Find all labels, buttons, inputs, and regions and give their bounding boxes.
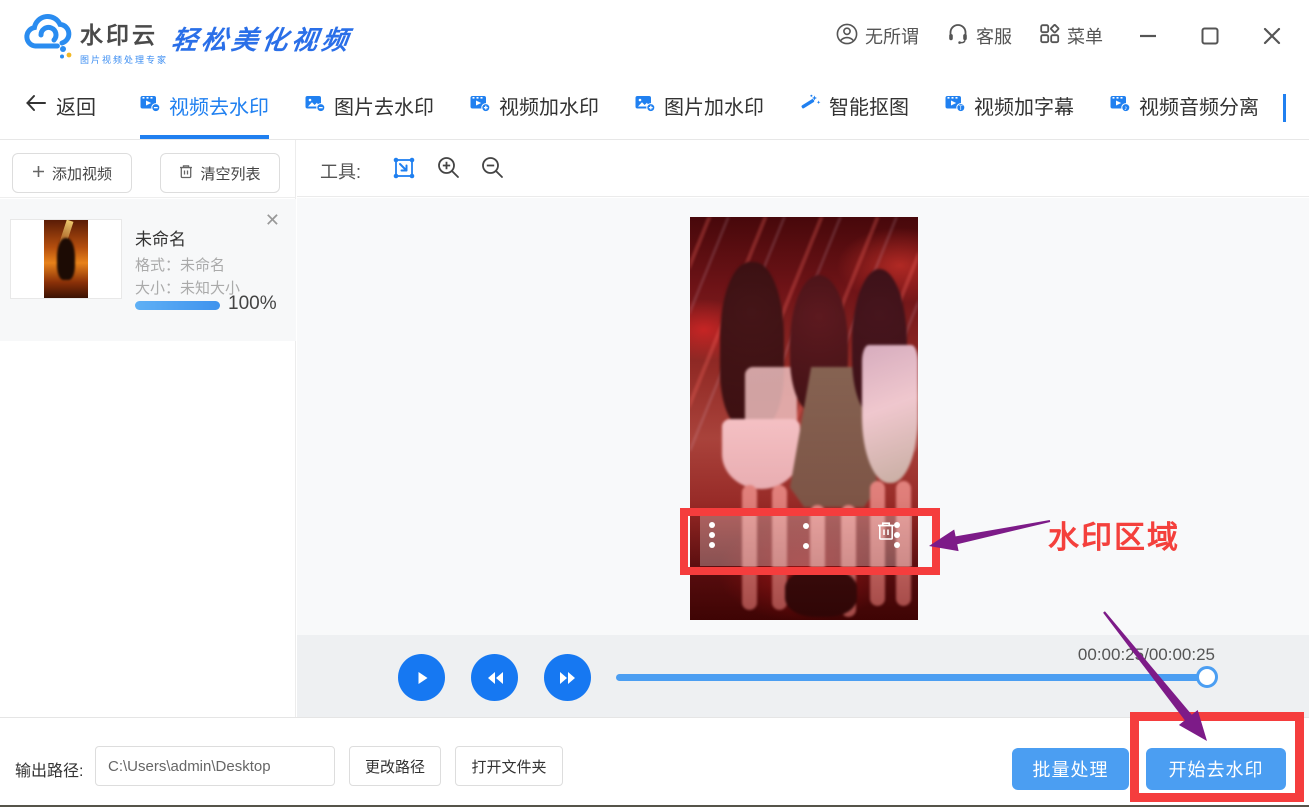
watermark-selection-box[interactable]: [700, 516, 912, 566]
video-list-panel: 添加视频 清空列表 未命名 格式：未命名 大小：未知大小 100%: [0, 140, 296, 717]
seek-bar[interactable]: [616, 674, 1208, 681]
back-arrow-icon: [25, 94, 47, 118]
selection-handle[interactable]: [709, 522, 715, 528]
tools-label: 工具:: [320, 158, 361, 184]
tab-label: 图片去水印: [334, 91, 434, 120]
grid-menu-icon: [1040, 24, 1060, 49]
user-account[interactable]: 无所谓: [836, 23, 919, 50]
username-label: 无所谓: [865, 23, 919, 49]
time-display: 00:00:25/00:00:25: [1000, 645, 1215, 665]
change-path-label: 更改路径: [365, 756, 425, 777]
tab-image-watermark-add[interactable]: 图片加水印: [635, 72, 764, 139]
app-slogan: 轻松美化视频: [169, 20, 354, 57]
tab-label: 视频加水印: [499, 91, 599, 120]
open-folder-button[interactable]: 打开文件夹: [455, 746, 563, 786]
user-avatar-icon: [836, 23, 858, 50]
add-video-label: 添加视频: [52, 163, 112, 184]
title-bar: 水印云 图片视频处理专家 轻松美化视频 无所谓: [0, 0, 1309, 72]
tab-overflow-indicator: [1283, 94, 1286, 122]
maximize-button[interactable]: [1193, 19, 1227, 53]
player-control-bar: 00:00:25/00:00:25: [297, 635, 1309, 717]
tab-image-watermark-remove[interactable]: 图片去水印: [305, 72, 434, 139]
tab-video-audio-split[interactable]: ♪ 视频音频分离: [1110, 72, 1259, 139]
rewind-button[interactable]: [471, 654, 518, 701]
video-remove-icon: [140, 94, 161, 118]
video-format: 格式：未命名: [135, 254, 225, 275]
app-name: 水印云: [80, 16, 168, 50]
select-region-tool[interactable]: [390, 154, 418, 187]
tab-label: 视频加字幕: [974, 91, 1074, 120]
batch-process-button[interactable]: 批量处理: [1012, 748, 1129, 790]
tab-smart-cutout[interactable]: 智能抠图: [800, 72, 909, 139]
video-add-icon: [470, 94, 491, 118]
tab-label: 图片加水印: [664, 91, 764, 120]
tab-video-watermark-remove[interactable]: 视频去水印: [140, 72, 269, 139]
tab-label: 视频音频分离: [1139, 91, 1259, 120]
seek-handle[interactable]: [1196, 666, 1218, 688]
minimize-button[interactable]: [1131, 19, 1165, 53]
upload-progress-percent: 100%: [228, 293, 277, 315]
image-add-icon: [635, 94, 656, 118]
start-remove-watermark-button[interactable]: 开始去水印: [1146, 748, 1286, 790]
customer-support-button[interactable]: 客服: [947, 23, 1012, 49]
video-subtitle-icon: T: [945, 94, 966, 118]
close-button[interactable]: [1255, 19, 1289, 53]
output-bar: 输出路径: 更改路径 打开文件夹 批量处理 开始去水印: [0, 717, 1309, 807]
plus-icon: [32, 165, 45, 182]
back-button[interactable]: 返回: [25, 91, 96, 120]
feature-tab-bar: 返回 视频去水印 图片去水印 视频加水印: [0, 72, 1309, 140]
video-list-item[interactable]: 未命名 格式：未命名 大小：未知大小 100% ✕: [0, 199, 296, 341]
open-folder-label: 打开文件夹: [471, 756, 546, 777]
back-label: 返回: [56, 91, 96, 120]
output-path-input[interactable]: [95, 746, 335, 786]
video-thumbnail: [10, 219, 122, 299]
svg-text:♪: ♪: [1124, 105, 1128, 112]
magic-wand-icon: [800, 94, 821, 118]
upload-progress-bar: [135, 301, 220, 310]
selection-handle[interactable]: [803, 543, 809, 549]
fast-forward-button[interactable]: [544, 654, 591, 701]
menu-label: 菜单: [1067, 23, 1103, 49]
tab-label: 视频去水印: [169, 91, 269, 120]
clear-list-label: 清空列表: [200, 163, 260, 184]
watermark-area-annotation: 水印区域: [1048, 512, 1180, 557]
app-logo-text: 水印云 图片视频处理专家: [80, 16, 168, 66]
selection-handle[interactable]: [803, 523, 809, 529]
start-remove-label: 开始去水印: [1169, 756, 1264, 782]
image-remove-icon: [305, 94, 326, 118]
video-canvas[interactable]: [690, 217, 918, 620]
video-title: 未命名: [135, 225, 186, 250]
tab-label: 智能抠图: [829, 91, 909, 120]
delete-selection-icon[interactable]: [876, 520, 896, 547]
zoom-out-tool[interactable]: [479, 154, 506, 186]
selection-handle[interactable]: [709, 542, 715, 548]
play-button[interactable]: [398, 654, 445, 701]
video-size: 大小：未知大小: [135, 277, 240, 298]
output-path-label: 输出路径:: [15, 757, 83, 781]
app-subtitle: 图片视频处理专家: [80, 53, 168, 66]
trash-icon: [179, 164, 193, 183]
sidebar-divider: [0, 197, 296, 198]
selection-handle[interactable]: [709, 532, 715, 538]
support-label: 客服: [976, 23, 1012, 49]
menu-button[interactable]: 菜单: [1040, 23, 1103, 49]
headset-icon: [947, 23, 969, 49]
app-window: 水印云 图片视频处理专家 轻松美化视频 无所谓: [0, 0, 1309, 807]
video-audio-icon: ♪: [1110, 94, 1131, 118]
tab-video-watermark-add[interactable]: 视频加水印: [470, 72, 599, 139]
remove-video-icon[interactable]: ✕: [265, 211, 280, 229]
change-path-button[interactable]: 更改路径: [349, 746, 441, 786]
add-video-button[interactable]: 添加视频: [12, 153, 132, 193]
tools-toolbar: 工具:: [297, 140, 1309, 197]
clear-list-button[interactable]: 清空列表: [160, 153, 280, 193]
svg-text:T: T: [959, 105, 963, 112]
zoom-in-tool[interactable]: [435, 154, 462, 186]
video-preview-area: [297, 198, 1309, 635]
batch-process-label: 批量处理: [1033, 756, 1109, 782]
app-logo-cloud-icon: [18, 10, 74, 65]
tab-video-subtitles[interactable]: T 视频加字幕: [945, 72, 1074, 139]
